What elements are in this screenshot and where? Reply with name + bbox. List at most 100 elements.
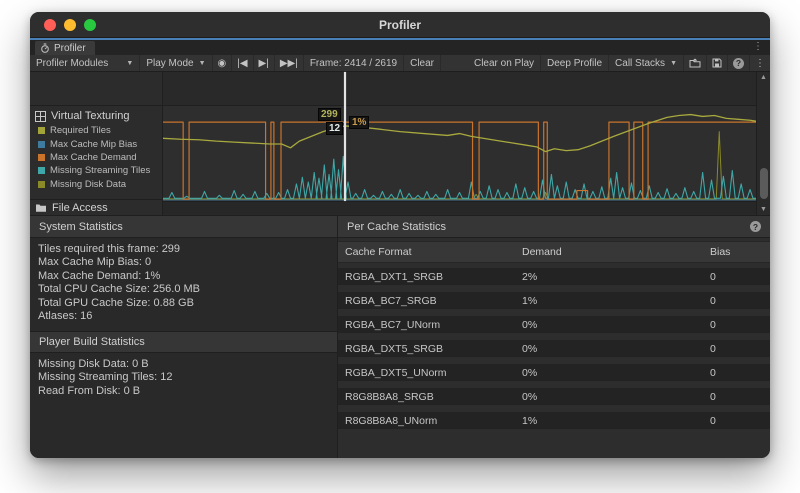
vertical-scrollbar[interactable]: ▲ ▼ bbox=[756, 72, 770, 215]
per-cache-statistics-panel: Per Cache Statistics ? Cache Format Dema… bbox=[338, 216, 770, 458]
previous-module-chart[interactable] bbox=[163, 72, 756, 106]
player-build-statistics-body: Missing Disk Data: 0 BMissing Streaming … bbox=[30, 353, 337, 403]
cell-demand: 0% bbox=[522, 367, 537, 379]
scroll-down-arrow-icon[interactable]: ▼ bbox=[757, 206, 770, 213]
selected-frame-marker[interactable] bbox=[344, 72, 346, 201]
play-mode-dropdown[interactable]: Play Mode ▼ bbox=[140, 55, 212, 71]
help-button[interactable]: ? bbox=[728, 55, 750, 71]
deep-profile-toggle[interactable]: Deep Profile bbox=[541, 55, 609, 71]
current-frame-button[interactable]: ▶▶| bbox=[275, 55, 304, 71]
marker-badge-missing-streaming-tiles: 12 bbox=[326, 122, 343, 135]
left-statistics-panel: System Statistics Tiles required this fr… bbox=[30, 216, 338, 458]
stat-line: Max Cache Demand: 1% bbox=[38, 270, 329, 283]
kebab-menu-icon: ⋮ bbox=[755, 58, 765, 69]
cell-demand: 0% bbox=[522, 391, 537, 403]
system-statistics-body: Tiles required this frame: 299Max Cache … bbox=[30, 238, 337, 331]
cell-demand: 0% bbox=[522, 319, 537, 331]
cell-cache-format: RGBA_DXT5_SRGB bbox=[345, 343, 443, 355]
window-title: Profiler bbox=[379, 18, 421, 32]
load-profile-button[interactable] bbox=[684, 55, 707, 71]
marker-badge-max-cache-demand: 1% bbox=[349, 116, 369, 129]
legend-item[interactable]: Missing Streaming Tiles bbox=[30, 164, 162, 177]
cell-cache-format: R8G8B8A8_UNorm bbox=[345, 415, 437, 427]
virtual-texturing-chart[interactable] bbox=[163, 106, 756, 201]
stat-line: Tiles required this frame: 299 bbox=[38, 243, 329, 256]
virtual-texturing-grid-icon bbox=[35, 111, 46, 122]
cell-bias: 0 bbox=[710, 271, 716, 283]
profiler-window: Profiler Profiler ⋮ Profiler Modules ▼ P… bbox=[30, 12, 770, 458]
cell-bias: 0 bbox=[710, 391, 716, 403]
titlebar: Profiler bbox=[30, 12, 770, 38]
column-header-cache-format[interactable]: Cache Format bbox=[345, 246, 412, 258]
previous-module-strip bbox=[30, 72, 162, 106]
module-chart-area: Virtual Texturing Required Tiles Max Cac… bbox=[30, 72, 770, 215]
column-header-demand[interactable]: Demand bbox=[522, 246, 562, 258]
cell-bias: 0 bbox=[710, 415, 716, 427]
module-header-virtual-texturing[interactable]: Virtual Texturing bbox=[30, 106, 162, 124]
stat-line: Max Cache Mip Bias: 0 bbox=[38, 256, 329, 269]
cell-demand: 2% bbox=[522, 271, 537, 283]
save-profile-button[interactable] bbox=[707, 55, 728, 71]
legend-label: Missing Disk Data bbox=[50, 179, 126, 190]
legend-label: Max Cache Mip Bias bbox=[50, 139, 137, 150]
cell-bias: 0 bbox=[710, 343, 716, 355]
stat-line: Atlases: 16 bbox=[38, 310, 329, 323]
cell-bias: 0 bbox=[710, 295, 716, 307]
legend-color-swatch bbox=[38, 167, 45, 174]
traffic-lights bbox=[44, 19, 96, 31]
legend-item[interactable]: Max Cache Mip Bias bbox=[30, 137, 162, 150]
close-window-button[interactable] bbox=[44, 19, 56, 31]
cell-cache-format: RGBA_DXT5_UNorm bbox=[345, 367, 447, 379]
call-stacks-dropdown[interactable]: Call Stacks ▼ bbox=[609, 55, 684, 71]
profiler-stopwatch-icon bbox=[40, 43, 50, 53]
table-row: RGBA_DXT1_SRGB 2% 0 bbox=[338, 268, 770, 285]
cell-bias: 0 bbox=[710, 367, 716, 379]
cell-demand: 1% bbox=[522, 295, 537, 307]
tab-bar: Profiler ⋮ bbox=[30, 40, 770, 55]
scroll-up-arrow-icon[interactable]: ▲ bbox=[757, 74, 770, 81]
cache-table-body: RGBA_DXT1_SRGB 2% 0 RGBA_BC7_SRGB 1% 0 R… bbox=[338, 263, 770, 436]
cell-cache-format: RGBA_BC7_UNorm bbox=[345, 319, 440, 331]
table-row: RGBA_DXT5_SRGB 0% 0 bbox=[338, 340, 770, 357]
zoom-window-button[interactable] bbox=[84, 19, 96, 31]
chevron-down-icon: ▼ bbox=[126, 60, 133, 67]
clear-button[interactable]: Clear bbox=[404, 55, 441, 71]
marker-badge-required-tiles: 299 bbox=[318, 108, 341, 121]
player-build-statistics-header: Player Build Statistics bbox=[30, 331, 337, 353]
scrollbar-thumb[interactable] bbox=[760, 168, 768, 199]
toolbar-menu-button[interactable]: ⋮ bbox=[750, 55, 770, 71]
legend-color-swatch bbox=[38, 181, 45, 188]
record-button[interactable]: ◉ bbox=[213, 55, 233, 71]
tab-menu-kebab-icon[interactable]: ⋮ bbox=[753, 40, 763, 54]
load-folder-icon bbox=[689, 58, 701, 68]
legend-item[interactable]: Required Tiles bbox=[30, 124, 162, 137]
virtual-texturing-legend: Required Tiles Max Cache Mip Bias Max Ca… bbox=[30, 124, 162, 191]
minimize-window-button[interactable] bbox=[64, 19, 76, 31]
legend-color-swatch bbox=[38, 154, 45, 161]
cell-cache-format: R8G8B8A8_SRGB bbox=[345, 391, 434, 403]
cell-bias: 0 bbox=[710, 319, 716, 331]
module-header-file-access[interactable]: File Access bbox=[30, 199, 162, 215]
cache-table-header: Cache Format Demand Bias bbox=[338, 241, 770, 263]
legend-color-swatch bbox=[38, 141, 45, 148]
cell-cache-format: RGBA_BC7_SRGB bbox=[345, 295, 437, 307]
file-access-chart[interactable] bbox=[163, 201, 756, 214]
help-icon[interactable]: ? bbox=[750, 221, 761, 232]
legend-item[interactable]: Max Cache Demand bbox=[30, 151, 162, 164]
profiler-modules-dropdown[interactable]: Profiler Modules ▼ bbox=[30, 55, 140, 71]
cell-demand: 0% bbox=[522, 343, 537, 355]
next-frame-button[interactable]: ▶| bbox=[254, 55, 275, 71]
legend-item[interactable]: Missing Disk Data bbox=[30, 178, 162, 191]
toolbar-gap bbox=[441, 55, 468, 71]
clear-on-play-toggle[interactable]: Clear on Play bbox=[468, 55, 541, 71]
details-area: System Statistics Tiles required this fr… bbox=[30, 215, 770, 458]
legend-label: Missing Streaming Tiles bbox=[50, 165, 150, 176]
column-header-bias[interactable]: Bias bbox=[710, 246, 730, 258]
legend-label: Required Tiles bbox=[50, 125, 111, 136]
next-frame-icon: ▶| bbox=[259, 58, 269, 69]
previous-frame-button[interactable]: |◀ bbox=[232, 55, 253, 71]
frame-counter: Frame: 2414 / 2619 bbox=[304, 55, 404, 71]
stat-line: Missing Disk Data: 0 B bbox=[38, 358, 329, 371]
system-statistics-header: System Statistics bbox=[30, 216, 337, 238]
tab-profiler[interactable]: Profiler bbox=[35, 41, 95, 55]
